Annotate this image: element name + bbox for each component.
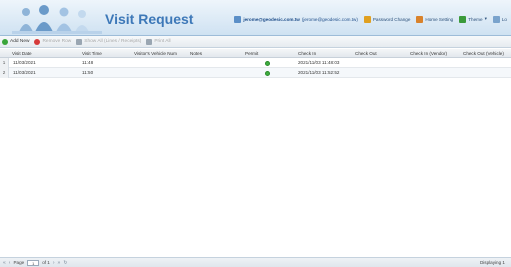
grid-body: 1 11/03/2021 11:48 2021/11/03 11:48:03 2… [0,58,511,255]
displaying-count: Displaying 1 [479,260,505,265]
column-header-check-out[interactable]: Check Out [355,49,405,58]
page-of-label: of 1 [42,260,50,265]
home-icon [416,15,424,23]
prev-page-icon[interactable]: ‹ [9,260,11,266]
permit-ok-icon [265,61,270,66]
key-icon [363,15,371,23]
cell-notes [190,68,240,78]
theme-link[interactable]: Theme ▾ [459,15,487,23]
app-header: Visit Request jerome@geodesic.com.tw (je… [0,0,511,36]
add-new-label: Add New [10,39,30,44]
password-change-label: Password Change [372,16,411,22]
chevron-down-icon: ▾ [484,16,487,21]
table-row[interactable]: 1 11/03/2021 11:48 2021/11/03 11:48:03 [0,58,511,68]
row-number: 1 [0,58,9,68]
print-all-label: Print All [154,39,171,44]
column-header-visit-time[interactable]: Visit Time [82,49,132,58]
add-new-button[interactable]: Add New [2,38,30,45]
remove-row-button[interactable]: Remove Row [34,38,72,45]
column-header-permit[interactable]: Permit [245,49,285,58]
last-page-icon[interactable]: » [58,260,61,266]
cell-check-in: 2021/11/03 11:52:52 [298,70,340,75]
logout-icon [492,15,500,23]
page-label: Page [13,260,25,265]
user-email-sub: (jerome@geodesic.com.tw) [301,16,358,22]
cell-visit-time: 11:48 [82,60,94,65]
home-setting-label: Home Setting [425,16,454,22]
column-header-visit-date[interactable]: Visit Date [12,49,72,58]
home-setting-link[interactable]: Home Setting [416,15,454,23]
page-title: Visit Request [105,11,194,27]
column-header-check-in-vendor[interactable]: Check In (Vendor) [410,49,460,58]
people-logo-icon [12,5,102,34]
cell-visit-time: 11:50 [82,70,94,75]
grid-header: Visit Date Visit Time Visitor's Vehicle … [0,49,511,58]
grid-pager: « ‹ Page 1 of 1 › » ↻ Displaying 1 [0,257,511,267]
column-header-check-in[interactable]: Check In [298,49,353,58]
user-icon [234,15,242,23]
add-icon [2,38,8,45]
cell-check-in: 2021/11/03 11:48:03 [298,60,340,65]
permit-ok-icon [265,71,270,76]
user-account[interactable]: jerome@geodesic.com.tw (jerome@geodesic.… [234,15,358,23]
column-header-notes[interactable]: Notes [190,49,240,58]
print-icon [146,38,153,45]
table-row[interactable]: 2 11/03/2021 11:50 2021/11/03 11:52:52 [0,68,511,78]
first-page-icon[interactable]: « [3,260,6,266]
row-number: 2 [0,68,9,78]
remove-row-label: Remove Row [42,39,72,44]
logout-link[interactable]: Lo [492,15,507,23]
password-change-link[interactable]: Password Change [363,15,411,23]
logout-label: Lo [501,16,507,22]
user-email: jerome@geodesic.com.tw [243,16,300,22]
theme-label: Theme [468,16,483,22]
column-header-check-out-vehicle[interactable]: Check Out (Vehicle) [463,49,511,58]
page-number-input[interactable]: 1 [27,259,40,266]
show-all-label: Show All (Lines / Receipts) [84,39,142,44]
cell-visit-date: 11/03/2021 [13,70,36,75]
cell-vehicle [134,68,190,78]
cell-vehicle [134,58,190,68]
column-header-vehicle-num[interactable]: Visitor's Vehicle Num [134,49,190,58]
list-icon [76,38,83,45]
visit-request-window: Visit Request jerome@geodesic.com.tw (je… [0,0,511,267]
next-page-icon[interactable]: › [53,260,55,266]
refresh-icon[interactable]: ↻ [63,260,67,266]
grid-toolbar: Add New Remove Row Show All (Lines / Rec… [0,36,511,48]
remove-icon [34,38,41,45]
show-all-button[interactable]: Show All (Lines / Receipts) [76,38,142,45]
header-links: jerome@geodesic.com.tw (jerome@geodesic.… [234,12,507,26]
cell-notes [190,58,240,68]
theme-icon [459,15,467,23]
print-all-button[interactable]: Print All [146,38,171,45]
cell-visit-date: 11/03/2021 [13,60,36,65]
